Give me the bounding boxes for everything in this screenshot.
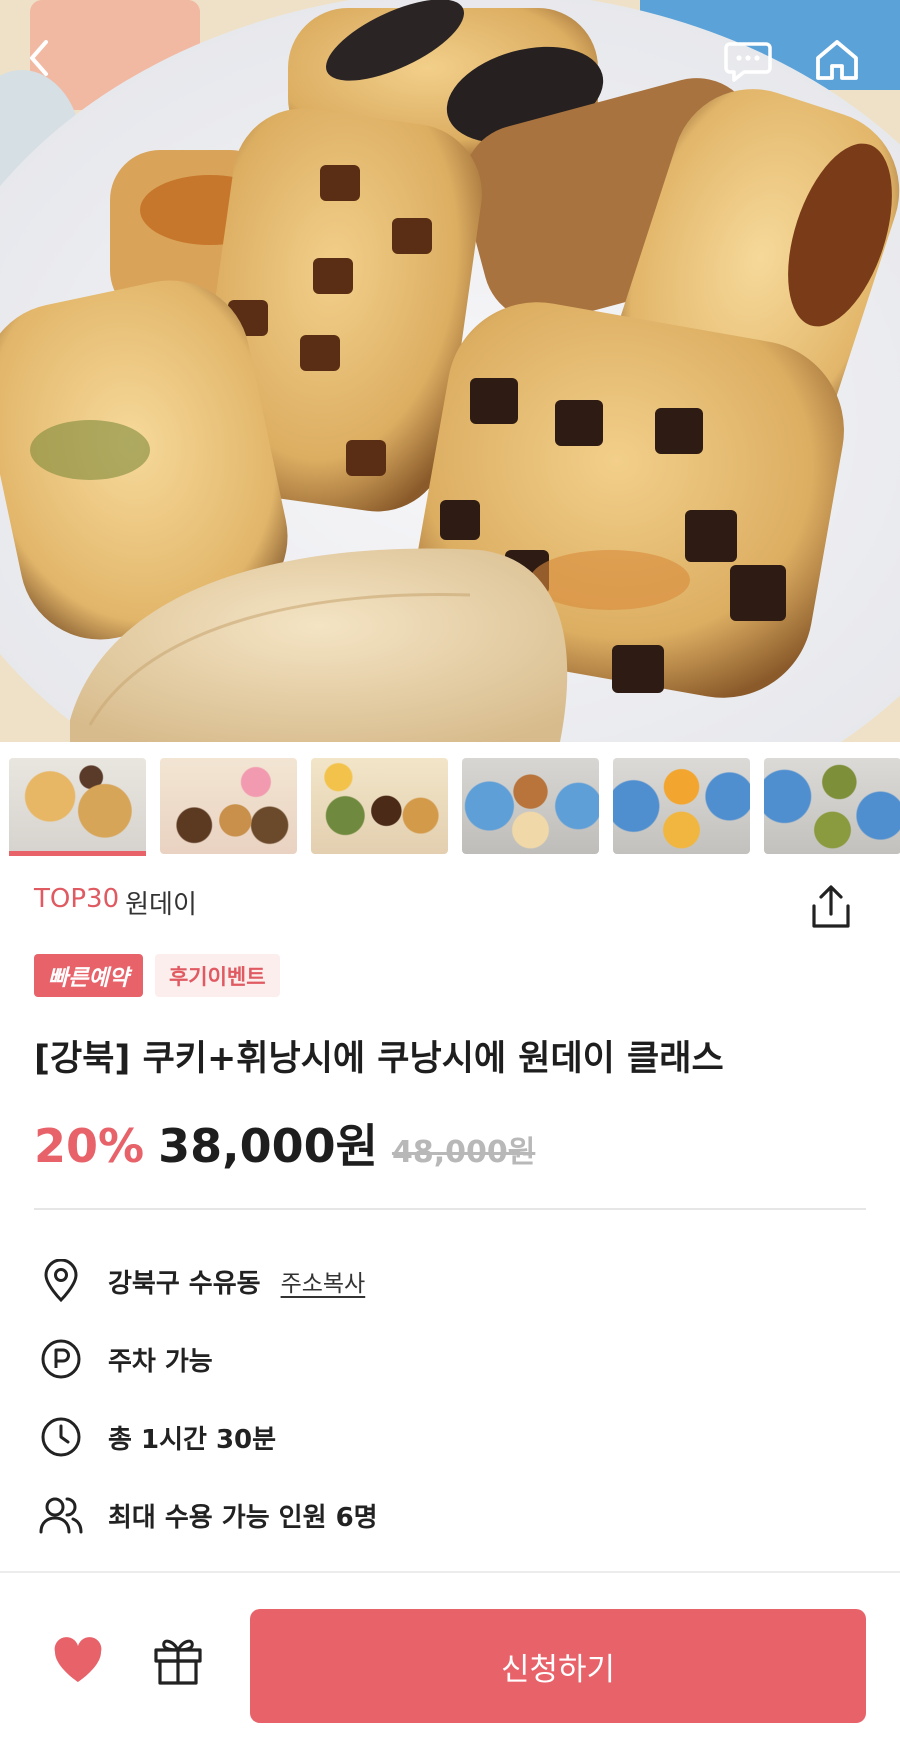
bottom-action-bar: 신청하기 [0, 1571, 900, 1751]
home-button[interactable] [814, 38, 874, 94]
chat-button[interactable] [724, 40, 780, 92]
duration-text: 총 1시간 30분 [108, 1424, 277, 1455]
capacity-text: 최대 수용 가능 인원 6명 [108, 1502, 378, 1533]
thumbnail-image [764, 758, 900, 854]
thumbnail-image [462, 758, 599, 854]
product-photo [0, 0, 900, 742]
share-icon [812, 885, 850, 928]
category-tags: TOP30 원데이 [34, 884, 197, 921]
thumbnail-image [9, 758, 146, 854]
location-row: 강북구 수유동 주소복사 [38, 1258, 365, 1304]
chevron-left-icon [30, 40, 48, 76]
thumbnail-4[interactable] [462, 742, 599, 856]
duration-row: 총 1시간 30분 [38, 1414, 276, 1460]
chat-bubble-icon [724, 42, 772, 82]
clock-icon [38, 1414, 84, 1460]
thumbnail-1[interactable] [9, 742, 146, 856]
thumbnail-5[interactable] [613, 742, 750, 856]
capacity-row: 최대 수용 가능 인원 6명 [38, 1492, 378, 1538]
active-indicator [9, 851, 146, 856]
thumbnail-image [311, 758, 448, 854]
thumbnail-image [160, 758, 297, 854]
review-event-badge: 후기이벤트 [154, 954, 280, 997]
thumbnail-strip [0, 742, 900, 856]
home-icon [816, 40, 858, 80]
heart-icon [54, 1637, 102, 1682]
back-button[interactable] [24, 38, 76, 94]
badges: 빠른예약 후기이벤트 [34, 954, 280, 997]
parking-icon [38, 1336, 84, 1382]
hero-image[interactable] [0, 0, 900, 742]
fast-booking-badge: 빠른예약 [34, 954, 143, 997]
divider [34, 1208, 866, 1210]
discount-rate: 20% [34, 1119, 145, 1173]
location-pin-icon [38, 1258, 84, 1304]
people-icon [38, 1492, 84, 1538]
gift-icon [154, 1639, 202, 1685]
original-price: 48,000원 [391, 1135, 536, 1170]
parking-row: 주차 가능 [38, 1336, 213, 1382]
wishlist-button[interactable] [52, 1637, 104, 1685]
product-title: [강북] 쿠키+휘낭시에 쿠낭시에 원데이 클래스 [34, 1039, 724, 1079]
copy-address-link[interactable]: 주소복사 [281, 1264, 366, 1298]
gift-button[interactable] [152, 1633, 204, 1687]
thumbnail-2[interactable] [160, 742, 297, 856]
type-tag: 원데이 [125, 890, 197, 920]
thumbnail-image [613, 758, 750, 854]
price-row: 20% 38,000원 48,000원 [34, 1110, 535, 1176]
thumbnail-3[interactable] [311, 742, 448, 856]
share-button[interactable] [808, 884, 854, 930]
parking-text: 주차 가능 [108, 1346, 213, 1377]
sale-price: 38,000원 [158, 1119, 378, 1173]
thumbnail-6[interactable] [764, 742, 900, 856]
location-text: 강북구 수유동 [108, 1268, 261, 1299]
rank-tag: TOP30 [34, 884, 120, 914]
apply-button[interactable]: 신청하기 [250, 1609, 866, 1723]
